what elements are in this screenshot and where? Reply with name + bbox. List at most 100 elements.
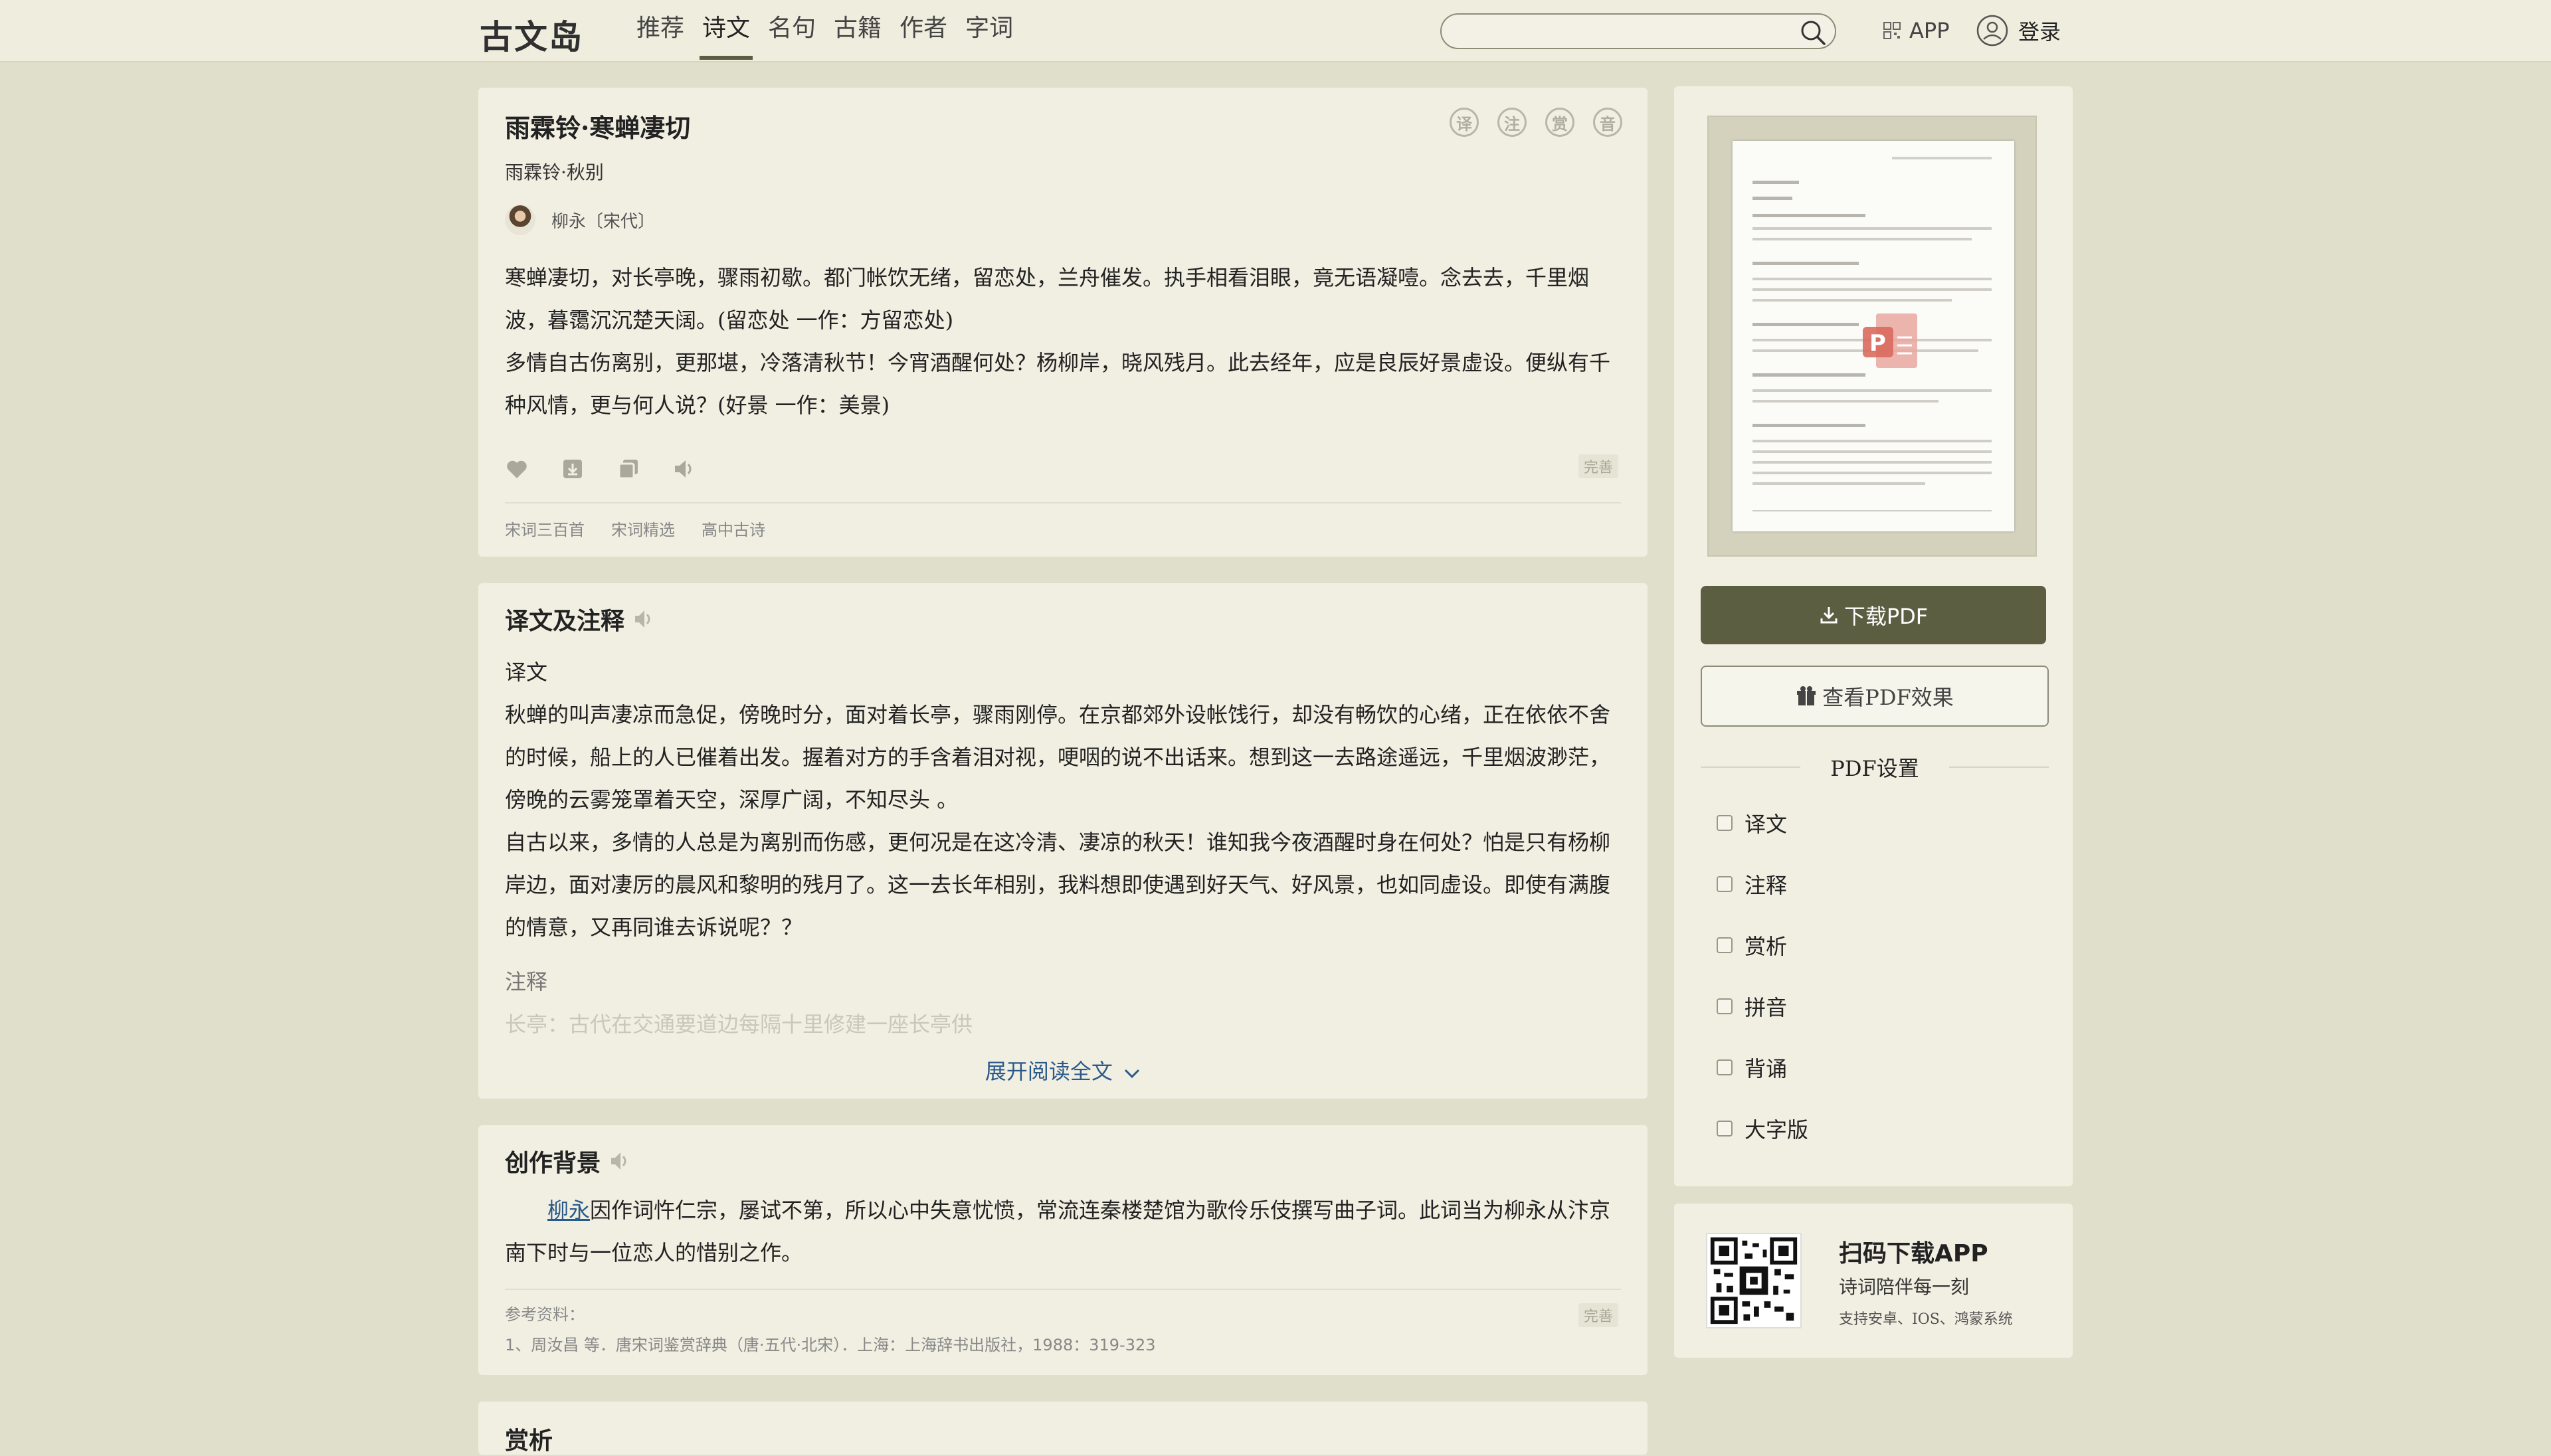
pinyin-icon[interactable]: 音 xyxy=(1593,108,1622,137)
poem-line: 种风情，更与何人说？(好景 一作：美景) xyxy=(505,393,890,418)
checkbox[interactable] xyxy=(1717,876,1733,892)
copy-icon[interactable] xyxy=(616,457,640,481)
app-promo-subtitle: 诗词陪伴每一刻 xyxy=(1839,1276,1970,1298)
option-translation[interactable]: 译文 xyxy=(1717,808,1787,838)
perfect-button[interactable]: 完善 xyxy=(1578,1303,1618,1327)
poem-body: 寒蝉凄切，对长亭晚，骤雨初歇。都门帐饮无绪，留恋处，兰舟催发。执手相看泪眼，竟无… xyxy=(505,256,1628,426)
app-button[interactable]: APP xyxy=(1883,16,1949,45)
pdf-file-icon: P xyxy=(1863,314,1917,368)
translation-line: 的情意，又再同谁去诉说呢？？ xyxy=(505,915,803,940)
option-annotation[interactable]: 注释 xyxy=(1717,869,1787,899)
nav-recommend[interactable]: 推荐 xyxy=(628,0,692,61)
app-promo-title: 扫码下载APP xyxy=(1839,1240,1988,1267)
perfect-button[interactable]: 完善 xyxy=(1578,454,1618,478)
translation-line: 秋蝉的叫声凄凉而急促，傍晚时分，面对着长亭，骤雨刚停。在京都郊外设帐饯行，却没有… xyxy=(505,702,1611,727)
background-line: 南下时与一位恋人的惜别之作。 xyxy=(505,1240,803,1265)
checkbox[interactable] xyxy=(1717,937,1733,953)
nav-words[interactable]: 字词 xyxy=(957,0,1021,61)
appreciation-icon[interactable]: 赏 xyxy=(1545,108,1574,137)
gift-icon xyxy=(1797,686,1816,705)
option-label: 注释 xyxy=(1745,873,1788,898)
translation-label: 译文 xyxy=(505,660,548,685)
background-title: 创作背景 xyxy=(505,1149,601,1177)
translation-title: 译文及注释 xyxy=(505,607,625,635)
speaker-icon[interactable] xyxy=(672,457,696,481)
section-title: 译文及注释 xyxy=(505,602,656,636)
user-icon xyxy=(1976,15,2008,46)
speaker-icon[interactable] xyxy=(607,1148,632,1174)
search-icon[interactable] xyxy=(1799,19,1827,46)
expand-label: 展开阅读全文 xyxy=(985,1059,1113,1084)
login-label: 登录 xyxy=(2018,19,2061,45)
translation-line: 岸边，面对凄厉的晨风和黎明的残月了。这一去长年相别，我料想即使遇到好天气、好风景… xyxy=(505,872,1611,897)
app-label: APP xyxy=(1909,18,1950,43)
section-title: 赏析 xyxy=(505,1427,553,1455)
tag-link[interactable]: 高中古诗 xyxy=(702,517,765,540)
translation-line: 自古以来，多情的人总是为离别而伤感，更何况是在这冷清、凄凉的秋天！谁知我今夜酒醒… xyxy=(505,830,1611,855)
poem-line: 波，暮霭沉沉楚天阔。(留恋处 一作：方留恋处) xyxy=(505,308,954,333)
author-link[interactable]: 柳永 xyxy=(547,1198,590,1223)
top-bar: 古文岛 推荐 诗文 名句 古籍 作者 字词 APP 登录 xyxy=(0,0,2551,62)
download-icon[interactable] xyxy=(561,457,585,481)
poem-card: 雨霖铃·寒蝉凄切 译 注 赏 音 雨霖铃·秋别 柳永〔宋代〕 寒蝉凄切，对长亭晚… xyxy=(478,88,1648,557)
poem-tags: 宋词三百首 宋词精选 高中古诗 xyxy=(505,517,765,540)
nav-classics[interactable]: 古籍 xyxy=(826,0,890,61)
download-pdf-button[interactable]: 下载PDF xyxy=(1701,586,2046,644)
translation-card: 译文及注释 译文 秋蝉的叫声凄凉而急促，傍晚时分，面对着长亭，骤雨刚停。在京都郊… xyxy=(478,583,1648,1099)
login-button[interactable]: 登录 xyxy=(1976,13,2061,48)
pdf-settings-header: PDF设置 xyxy=(1701,752,2049,781)
nav-authors[interactable]: 作者 xyxy=(892,0,955,61)
option-label: 大字版 xyxy=(1745,1117,1809,1142)
nav-poems[interactable]: 诗文 xyxy=(694,0,758,61)
checkbox[interactable] xyxy=(1717,815,1733,831)
nav-famous-lines[interactable]: 名句 xyxy=(760,0,824,61)
annotation-icon[interactable]: 注 xyxy=(1497,108,1527,137)
poem-line: 多情自古伤离别，更那堪，冷落清秋节！今宵酒醒何处？杨柳岸，晓风残月。此去经年，应… xyxy=(505,350,1611,375)
translation-line: 的时候，船上的人已催着出发。握着对方的手含着泪对视，哽咽的说不出话来。想到这一去… xyxy=(505,745,1611,770)
checkbox[interactable] xyxy=(1717,1121,1733,1137)
option-large-print[interactable]: 大字版 xyxy=(1717,1113,1808,1144)
option-recite[interactable]: 背诵 xyxy=(1717,1052,1787,1083)
site-logo[interactable]: 古文岛 xyxy=(480,11,583,58)
poem-line: 寒蝉凄切，对长亭晚，骤雨初歇。都门帐饮无绪，留恋处，兰舟催发。执手相看泪眼，竟无… xyxy=(505,265,1590,290)
pdf-preview-image[interactable]: P xyxy=(1707,116,2037,557)
svg-text:P: P xyxy=(1869,330,1886,357)
poem-actions xyxy=(505,457,696,481)
author-name[interactable]: 柳永〔宋代〕 xyxy=(551,208,655,232)
author-row[interactable]: 柳永〔宋代〕 xyxy=(505,205,655,235)
main-nav: 推荐 诗文 名句 古籍 作者 字词 xyxy=(628,0,1023,61)
expand-full-text-link[interactable]: 展开阅读全文 xyxy=(478,1055,1648,1085)
pdf-card: P 下载PDF 查看PDF效果 PDF设置 译文 注释 赏析 拼音 背诵 大字版 xyxy=(1674,86,2073,1186)
background-body: 柳永因作词忤仁宗，屡试不第，所以心中失意忧愤，常流连秦楼楚馆为歌伶乐伎撰写曲子词… xyxy=(505,1189,1628,1274)
author-avatar[interactable] xyxy=(505,205,535,235)
translation-body: 译文 秋蝉的叫声凄凉而急促，傍晚时分，面对着长亭，骤雨刚停。在京都郊外设帐饯行，… xyxy=(505,651,1628,1046)
checkbox[interactable] xyxy=(1717,1059,1733,1075)
speaker-icon[interactable] xyxy=(631,606,656,632)
divider xyxy=(505,1289,1621,1290)
search-input[interactable] xyxy=(1458,19,1772,45)
heart-icon[interactable] xyxy=(505,457,529,481)
poem-subtitle: 雨霖铃·秋别 xyxy=(505,161,604,183)
translation-line: 傍晚的云雾笼罩着天空，深厚广阔，不知尽头 。 xyxy=(505,787,959,812)
preview-pdf-button[interactable]: 查看PDF效果 xyxy=(1701,666,2049,727)
tag-link[interactable]: 宋词三百首 xyxy=(505,517,585,540)
app-promo-platforms: 支持安卓、IOS、鸿蒙系统 xyxy=(1839,1311,2013,1328)
translate-icon[interactable]: 译 xyxy=(1450,108,1479,137)
checkbox[interactable] xyxy=(1717,998,1733,1014)
option-pinyin[interactable]: 拼音 xyxy=(1717,991,1787,1022)
pdf-page-thumbnail: P xyxy=(1733,141,2014,531)
note-preview: 长亭：古代在交通要道边每隔十里修建一座长亭供 xyxy=(505,1012,973,1037)
references: 参考资料： 1、周汝昌 等．唐宋词鉴赏辞典（唐·五代·北宋）．上海：上海辞书出版… xyxy=(505,1299,1156,1360)
option-label: 赏析 xyxy=(1745,934,1788,959)
option-label: 译文 xyxy=(1745,812,1788,837)
qr-code-icon xyxy=(1883,22,1901,39)
poem-title: 雨霖铃·寒蝉凄切 xyxy=(505,113,691,143)
background-text: 因作词忤仁宗，屡试不第，所以心中失意忧愤，常流连秦楼楚馆为歌伶乐伎撰写曲子词。此… xyxy=(590,1198,1611,1223)
option-appreciation[interactable]: 赏析 xyxy=(1717,930,1787,960)
preview-pdf-label: 查看PDF效果 xyxy=(1822,685,1954,710)
reference-item: 1、周汝昌 等．唐宋词鉴赏辞典（唐·五代·北宋）．上海：上海辞书出版社，1988… xyxy=(505,1336,1156,1354)
notes-label: 注释 xyxy=(505,969,548,994)
tag-link[interactable]: 宋词精选 xyxy=(611,517,675,540)
section-title: 创作背景 xyxy=(505,1144,632,1178)
chevron-down-icon xyxy=(1125,1069,1140,1078)
